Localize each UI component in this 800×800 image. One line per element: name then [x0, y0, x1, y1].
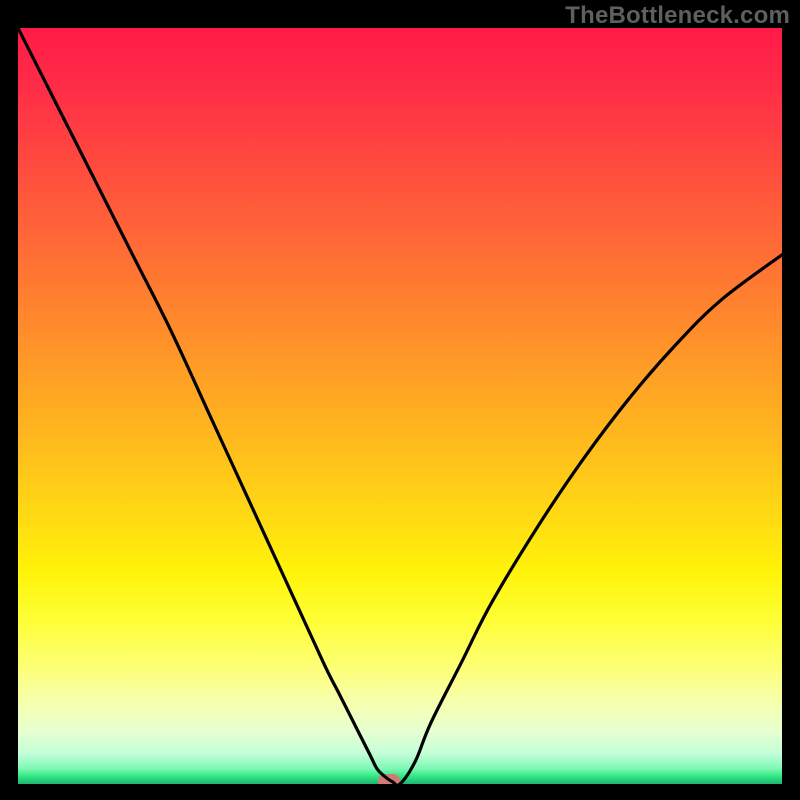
bottleneck-curve-svg — [18, 28, 782, 784]
chart-root: TheBottleneck.com — [0, 0, 800, 800]
watermark-text: TheBottleneck.com — [565, 2, 790, 30]
plot-area — [18, 28, 782, 784]
bottleneck-curve-path — [18, 28, 782, 784]
